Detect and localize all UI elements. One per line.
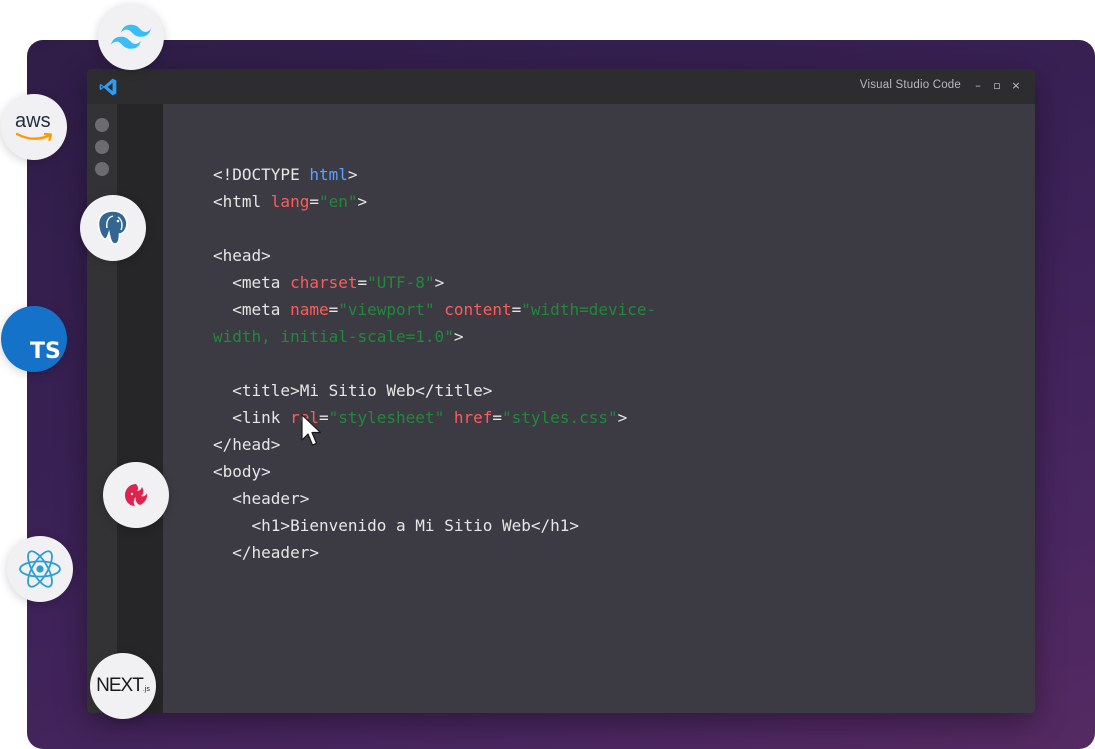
- code-token: <meta: [213, 300, 291, 319]
- code-token: href: [453, 408, 493, 427]
- tailwind-icon: [111, 24, 151, 49]
- code-token: "en": [318, 192, 358, 211]
- code-token: >: [617, 408, 628, 427]
- code-token: =: [357, 273, 368, 292]
- close-button[interactable]: ×: [1009, 78, 1023, 94]
- react-icon: [19, 550, 61, 588]
- code-token: <link: [213, 408, 291, 427]
- code-token: >: [357, 192, 368, 211]
- code-line: <title>Mi Sitio Web</title>: [213, 377, 713, 404]
- code-token: <h1>Bienvenido a Mi Sitio Web</h1>: [213, 516, 580, 535]
- code-token: <head>: [213, 246, 271, 265]
- react-badge: [7, 536, 73, 602]
- code-line: </header>: [213, 539, 713, 566]
- code-token: "stylesheet": [328, 408, 445, 427]
- activity-dot-3[interactable]: [95, 162, 109, 176]
- code-content[interactable]: <!DOCTYPE html> <html lang="en"> <head> <…: [213, 161, 713, 566]
- code-token: <title>Mi Sitio Web</title>: [213, 381, 493, 400]
- vscode-icon: [99, 78, 117, 96]
- code-token: charset: [290, 273, 358, 292]
- code-token: >: [347, 165, 358, 184]
- code-token: <header>: [213, 489, 310, 508]
- aws-smile-icon: [16, 132, 53, 142]
- code-token: =: [309, 192, 319, 211]
- code-line: <h1>Bienvenido a Mi Sitio Web</h1>: [213, 512, 713, 539]
- vscode-window: Visual Studio Code – ▫ × <!DOCTYPE html>…: [87, 69, 1035, 713]
- side-panel: [117, 104, 163, 713]
- window-title: Visual Studio Code: [859, 79, 961, 91]
- code-token: =: [328, 300, 339, 319]
- code-token: <body>: [213, 462, 271, 481]
- code-token: <meta: [213, 273, 291, 292]
- nextjs-badge: NEXT.js: [90, 653, 156, 719]
- minimize-button[interactable]: –: [971, 78, 985, 94]
- code-token: name: [290, 300, 329, 319]
- code-line: <meta charset="UTF-8">: [213, 269, 713, 296]
- code-line: <!DOCTYPE html>: [213, 161, 713, 188]
- code-token: >: [453, 327, 464, 346]
- postgresql-badge: [80, 195, 146, 261]
- code-token: </header>: [213, 543, 319, 562]
- code-line: <head>: [213, 242, 713, 269]
- code-line: <meta name="viewport" content="width=dev…: [213, 296, 713, 323]
- nestjs-badge: [103, 462, 169, 528]
- typescript-badge: TS: [1, 306, 67, 372]
- code-token: <!DOCTYPE: [213, 165, 310, 184]
- code-line: <link rel="stylesheet" href="styles.css"…: [213, 404, 713, 431]
- code-line: <header>: [213, 485, 713, 512]
- code-editor[interactable]: <!DOCTYPE html> <html lang="en"> <head> <…: [163, 104, 1035, 713]
- postgresql-elephant-icon: [97, 210, 128, 245]
- activity-dot-2[interactable]: [95, 140, 109, 154]
- code-token: lang: [270, 192, 310, 211]
- tailwind-badge: [98, 4, 164, 70]
- code-token: "width=device-: [521, 300, 657, 319]
- code-token: content: [444, 300, 512, 319]
- code-line: width, initial-scale=1.0">: [213, 323, 713, 350]
- code-token: =: [511, 300, 522, 319]
- code-token: </head>: [213, 435, 281, 454]
- activity-dot-1[interactable]: [95, 118, 109, 132]
- code-token: =: [492, 408, 503, 427]
- code-line: <body>: [213, 458, 713, 485]
- code-token: "viewport": [338, 300, 435, 319]
- nextjs-label: NEXT.js: [96, 675, 150, 696]
- title-bar: Visual Studio Code – ▫ ×: [87, 69, 1035, 104]
- code-token: html: [309, 165, 348, 184]
- typescript-label: TS: [30, 339, 61, 364]
- aws-label: aws: [15, 110, 51, 132]
- mouse-cursor-icon: [301, 414, 322, 446]
- code-token: width, initial-scale=1.0": [213, 327, 454, 346]
- maximize-button[interactable]: ▫: [990, 78, 1004, 94]
- code-token: >: [434, 273, 445, 292]
- aws-badge: aws: [1, 94, 67, 160]
- code-token: "styles.css": [502, 408, 618, 427]
- code-token: "UTF-8": [367, 273, 435, 292]
- code-line: </head>: [213, 431, 713, 458]
- code-token: <html: [213, 192, 271, 211]
- nestjs-icon: [125, 484, 148, 506]
- code-line: <html lang="en">: [213, 188, 713, 215]
